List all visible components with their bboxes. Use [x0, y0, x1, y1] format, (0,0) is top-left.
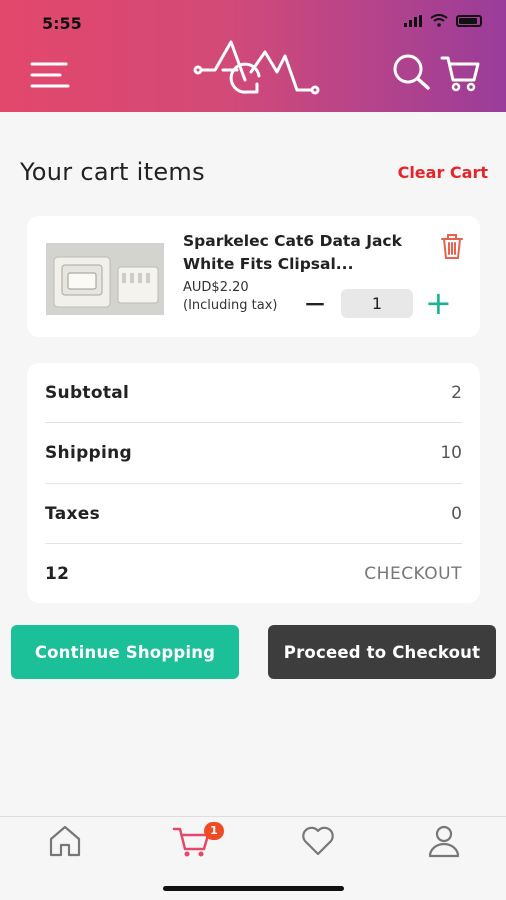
cart-count-badge: 1 [204, 822, 224, 840]
product-tax-note: (Including tax) [183, 298, 278, 313]
status-time: 5:55 [42, 14, 82, 33]
continue-shopping-button[interactable]: Continue Shopping [11, 625, 239, 679]
subtotal-label: Subtotal [45, 383, 130, 403]
agm-logo[interactable] [193, 38, 323, 104]
clear-cart-button[interactable]: Clear Cart [398, 163, 488, 182]
taxes-label: Taxes [45, 504, 100, 524]
shipping-value: 10 [440, 443, 462, 463]
quantity-field[interactable] [341, 289, 413, 318]
battery-icon [456, 14, 482, 27]
data-jack-image [46, 243, 164, 315]
home-indicator [163, 886, 344, 891]
wifi-icon [430, 14, 448, 27]
profile-icon[interactable] [424, 823, 464, 859]
checkout-link[interactable]: CHECKOUT [364, 564, 462, 584]
total-value: 12 [45, 564, 70, 584]
shipping-row: Shipping 10 [45, 423, 462, 483]
search-icon[interactable] [390, 52, 432, 92]
trash-icon[interactable] [439, 232, 465, 260]
subtotal-row: Subtotal 2 [45, 363, 462, 423]
shipping-label: Shipping [45, 443, 133, 463]
signal-icon [404, 14, 422, 27]
hamburger-menu-icon[interactable] [30, 60, 70, 90]
cart-icon[interactable] [440, 52, 482, 92]
proceed-to-checkout-button[interactable]: Proceed to Checkout [268, 625, 496, 679]
subtotal-value: 2 [451, 383, 462, 403]
taxes-row: Taxes 0 [45, 484, 462, 544]
cart-item-card: Sparkelec Cat6 Data Jack White Fits Clip… [27, 216, 480, 337]
heart-icon[interactable] [298, 823, 338, 859]
total-row: 12 CHECKOUT [45, 544, 462, 604]
home-icon[interactable] [45, 823, 85, 859]
product-image[interactable] [46, 243, 164, 315]
app-header: 5:55 [0, 0, 506, 112]
page-title: Your cart items [20, 158, 205, 186]
product-name[interactable]: Sparkelec Cat6 Data Jack White Fits Clip… [183, 230, 433, 276]
status-icons [404, 14, 482, 27]
order-summary-card: Subtotal 2 Shipping 10 Taxes 0 12 CHECKO… [27, 363, 480, 603]
taxes-value: 0 [451, 504, 462, 524]
decrease-quantity-button[interactable]: − [303, 290, 327, 320]
product-price: AUD$2.20 [183, 280, 249, 295]
increase-quantity-button[interactable]: + [425, 287, 452, 320]
